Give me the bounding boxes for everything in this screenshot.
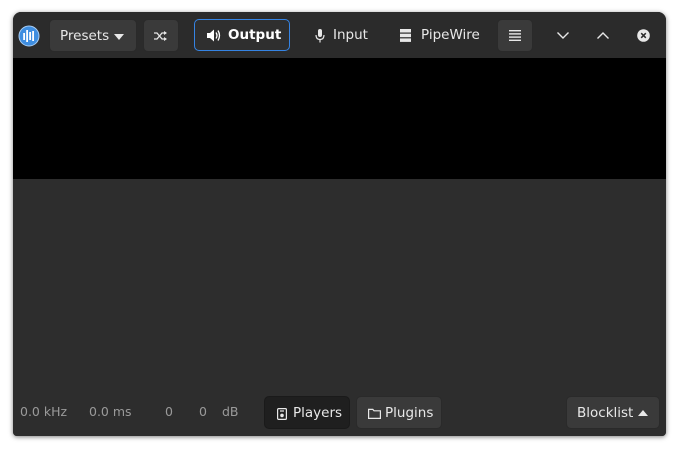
microphone-icon xyxy=(315,29,325,43)
blocklist-label: Blocklist xyxy=(577,405,634,421)
latency-label: 0.0 ms xyxy=(89,404,132,419)
dropdown-up-arrow-icon xyxy=(638,410,648,416)
blocklist-menu-button[interactable]: Blocklist xyxy=(566,396,660,429)
level-right-value: 0 xyxy=(199,404,207,419)
spectrum-display xyxy=(13,58,666,179)
dropdown-arrow-icon xyxy=(114,34,124,40)
chevron-down-icon xyxy=(557,31,569,39)
tab-pipewire-label: PipeWire xyxy=(421,27,480,43)
server-icon xyxy=(400,29,411,42)
minimize-button[interactable] xyxy=(549,22,577,48)
shuffle-icon xyxy=(154,30,168,42)
main-content-area xyxy=(13,179,666,389)
shuffle-button[interactable] xyxy=(143,19,179,52)
tab-output[interactable]: Output xyxy=(194,19,290,51)
easyeffects-window: Presets Output Input PipeWire 0.0 kHz 0.… xyxy=(13,12,666,436)
close-button[interactable] xyxy=(629,22,657,48)
tab-output-label: Output xyxy=(228,27,282,43)
main-menu-button[interactable] xyxy=(497,19,533,52)
level-unit-label: dB xyxy=(222,404,239,419)
tab-input-label: Input xyxy=(333,27,368,43)
players-label: Players xyxy=(293,405,343,421)
plugins-label: Plugins xyxy=(385,405,434,421)
presets-menu-button[interactable]: Presets xyxy=(49,19,137,52)
hamburger-menu-icon xyxy=(509,30,521,41)
players-button[interactable]: Players xyxy=(264,396,350,429)
tab-input[interactable]: Input xyxy=(302,19,380,52)
plugins-button[interactable]: Plugins xyxy=(356,396,442,429)
speaker-icon xyxy=(207,29,221,42)
sample-rate-label: 0.0 kHz xyxy=(20,404,68,419)
folder-icon xyxy=(368,408,381,419)
chevron-up-icon xyxy=(597,31,609,39)
app-logo-icon xyxy=(18,25,40,47)
presets-label: Presets xyxy=(60,28,110,44)
tab-pipewire[interactable]: PipeWire xyxy=(389,19,489,52)
level-left-value: 0 xyxy=(165,404,173,419)
player-icon xyxy=(277,408,287,420)
maximize-button[interactable] xyxy=(589,22,617,48)
header-bar: Presets Output Input PipeWire xyxy=(13,12,666,58)
close-icon xyxy=(636,28,650,42)
